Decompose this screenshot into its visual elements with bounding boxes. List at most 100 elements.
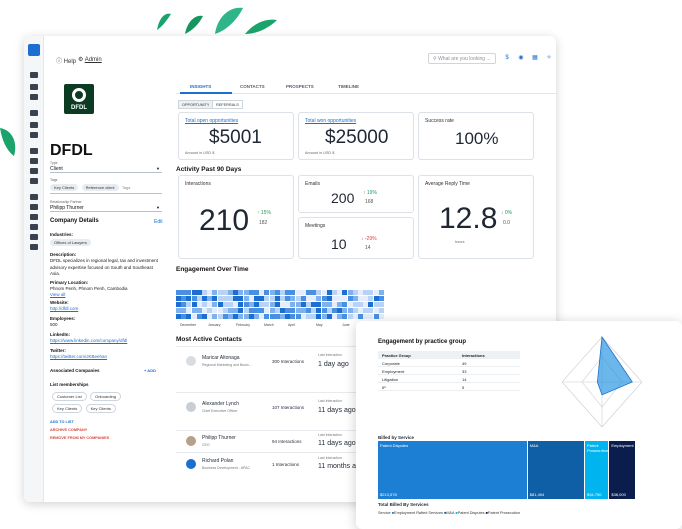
top-bar: ⓘ Help ⚙ Admin ⚲ What are you looking ..… <box>44 36 556 80</box>
network-icon[interactable]: ✧ <box>545 54 553 62</box>
building-icon[interactable]: ▦ <box>531 54 539 62</box>
avatar <box>186 436 196 446</box>
avatar <box>186 402 196 412</box>
treemap-label: Patent Prosecution <box>586 443 609 453</box>
company-panel: DFDL DFDL Type Client ▼ Tags Key Clients … <box>50 80 172 500</box>
settings-icon[interactable] <box>30 234 38 240</box>
list-chip[interactable]: Customer List <box>52 392 87 401</box>
won-opportunities-card: Total won opportunities $25000 Amount in… <box>298 112 414 160</box>
website-link[interactable]: http://dfdl.com <box>50 306 162 313</box>
treemap-label: M&A <box>529 443 539 448</box>
money-icon[interactable] <box>30 224 38 230</box>
success-rate-card: Success rate 100% <box>418 112 534 160</box>
contact-row[interactable]: Philipp Thurner CEO 94 Interactions Last… <box>176 430 372 452</box>
admin-link[interactable]: ⚙ Admin <box>78 56 102 63</box>
add-associated-button[interactable]: + ADD <box>144 368 156 373</box>
search-input[interactable]: ⚲ What are you looking ... <box>428 53 496 64</box>
list-icon[interactable] <box>30 214 38 220</box>
network-icon[interactable] <box>30 168 38 174</box>
heatmap-cell <box>378 308 384 313</box>
practice-table: Practice Group Interactions Corporate 49 E… <box>378 351 520 391</box>
building-icon[interactable] <box>30 94 38 100</box>
month-label: April <box>288 323 296 327</box>
treemap-tile[interactable]: Employment $38,000 <box>609 441 635 499</box>
tag-chip[interactable]: Reference client <box>81 184 119 191</box>
treemap-tile[interactable]: Patent Disputes $213,578 <box>378 441 527 499</box>
chevron-down-icon: ▼ <box>156 166 160 171</box>
company-icon[interactable] <box>30 194 38 200</box>
share-icon[interactable] <box>30 244 38 250</box>
contacts-icon[interactable] <box>30 204 38 210</box>
marketing-stage: { "topbar": {"help": "Help", "admin": "A… <box>0 0 682 529</box>
home-icon[interactable] <box>30 72 38 78</box>
tab-insights[interactable]: INSIGHTS <box>190 84 211 89</box>
add-to-list-button[interactable]: ADD TO LIST <box>50 420 74 424</box>
contact-row[interactable]: Maricar Altonaga Regional Marketing and … <box>176 346 372 378</box>
month-label: June <box>342 323 350 327</box>
practice-group-card: Engagement by practice group Practice Gr… <box>356 321 682 529</box>
tab-prospects[interactable]: PROSPECTS <box>286 84 314 89</box>
treemap-tile[interactable]: Patent Prosecution $34,750 <box>584 441 609 499</box>
list-chip[interactable]: Key Clients <box>52 404 83 413</box>
radar-area <box>596 335 633 396</box>
treemap-label: Employment <box>611 443 634 448</box>
month-label: January <box>208 323 221 327</box>
subtab-referrals[interactable]: REFERRALS <box>212 100 243 109</box>
company-description: DFDL specializes in regional legal, tax … <box>50 258 158 276</box>
linkedin-link[interactable]: https://www.linkedin.com/company/dfdl <box>50 338 162 345</box>
tab-timeline[interactable]: TIMELINE <box>338 84 359 89</box>
person-icon[interactable] <box>30 148 38 154</box>
contact-row[interactable]: Richard Polan Business Development - APA… <box>176 452 372 478</box>
dollar-icon[interactable]: $ <box>503 54 511 62</box>
month-label: December <box>180 323 197 327</box>
tag-chip[interactable]: Key Clients <box>50 184 79 191</box>
people-icon[interactable] <box>30 84 38 90</box>
activity-title: Activity Past 90 Days <box>176 166 242 173</box>
heatmap-cell <box>378 314 384 319</box>
treemap-tile[interactable]: M&A $81,494 <box>527 441 584 499</box>
avatar <box>186 459 196 469</box>
industry-chip: Offices of Lawyers <box>50 239 91 246</box>
contact-row[interactable]: Alexander Lynch Chief Executive Officer … <box>176 392 372 424</box>
heatmap-cell <box>378 296 384 301</box>
reply-time-card: Average Reply Time 12.8 ↓ 0% 0.0 hours <box>418 175 534 259</box>
tab-bar: INSIGHTS CONTACTS PROSPECTS TIMELINE <box>176 80 556 94</box>
list-chip[interactable]: Onboarding <box>90 392 121 401</box>
dollar-icon[interactable] <box>30 178 38 184</box>
partner-select[interactable]: Relationship Partner Philipp Thurner ▼ <box>50 200 162 212</box>
help-link[interactable]: ⓘ Help <box>56 56 76 65</box>
archive-company-button[interactable]: ARCHIVE COMPANY <box>50 428 87 432</box>
app-logo-icon[interactable] <box>28 44 40 56</box>
target-icon[interactable] <box>30 158 38 164</box>
tab-contacts[interactable]: CONTACTS <box>240 84 265 89</box>
view-all-link[interactable]: View all <box>50 292 162 299</box>
month-label: March <box>264 323 274 327</box>
billed-legend: Service ■Employment Rafted Services ■M&A… <box>378 511 521 515</box>
practice-radar-chart <box>561 335 643 428</box>
edit-link[interactable]: Edit <box>154 219 163 225</box>
month-label: May <box>316 323 323 327</box>
heatmap-cell <box>378 302 384 307</box>
check-icon[interactable] <box>30 110 38 116</box>
company-logo: DFDL <box>64 84 94 114</box>
remove-company-button[interactable]: REMOVE FROM MY COMPANIES <box>50 436 109 440</box>
calendar-icon[interactable] <box>30 122 38 128</box>
company-details-title: Company Details <box>50 218 99 224</box>
list-chips: Customer List Onboarding Key Clients Key… <box>52 392 172 413</box>
type-select[interactable]: Type Client ▼ <box>50 161 162 173</box>
grid-icon[interactable] <box>30 132 38 138</box>
month-label: February <box>236 323 251 327</box>
subtab-opportunity[interactable]: OPPORTUNITY <box>178 100 214 109</box>
total-billed-title: Total Billed By Services <box>378 502 429 507</box>
emails-card: Emails 200 ↑ 19% 168 <box>298 175 414 213</box>
chevron-down-icon: ▼ <box>156 205 160 210</box>
avatar <box>186 356 196 366</box>
left-nav-rail <box>24 36 44 502</box>
tags-field[interactable]: Tags Key Clients Reference client Tags <box>50 178 162 194</box>
contacts-icon[interactable]: ◉ <box>517 54 525 62</box>
twitter-link[interactable]: https://twitter.com/JKBeehan <box>50 354 162 361</box>
treemap-value: $34,750 <box>586 492 602 497</box>
list-chip[interactable]: Key Clients <box>85 404 116 413</box>
engagement-title: Engagement Over Time <box>176 266 249 273</box>
contacts-title: Most Active Contacts <box>176 336 242 343</box>
